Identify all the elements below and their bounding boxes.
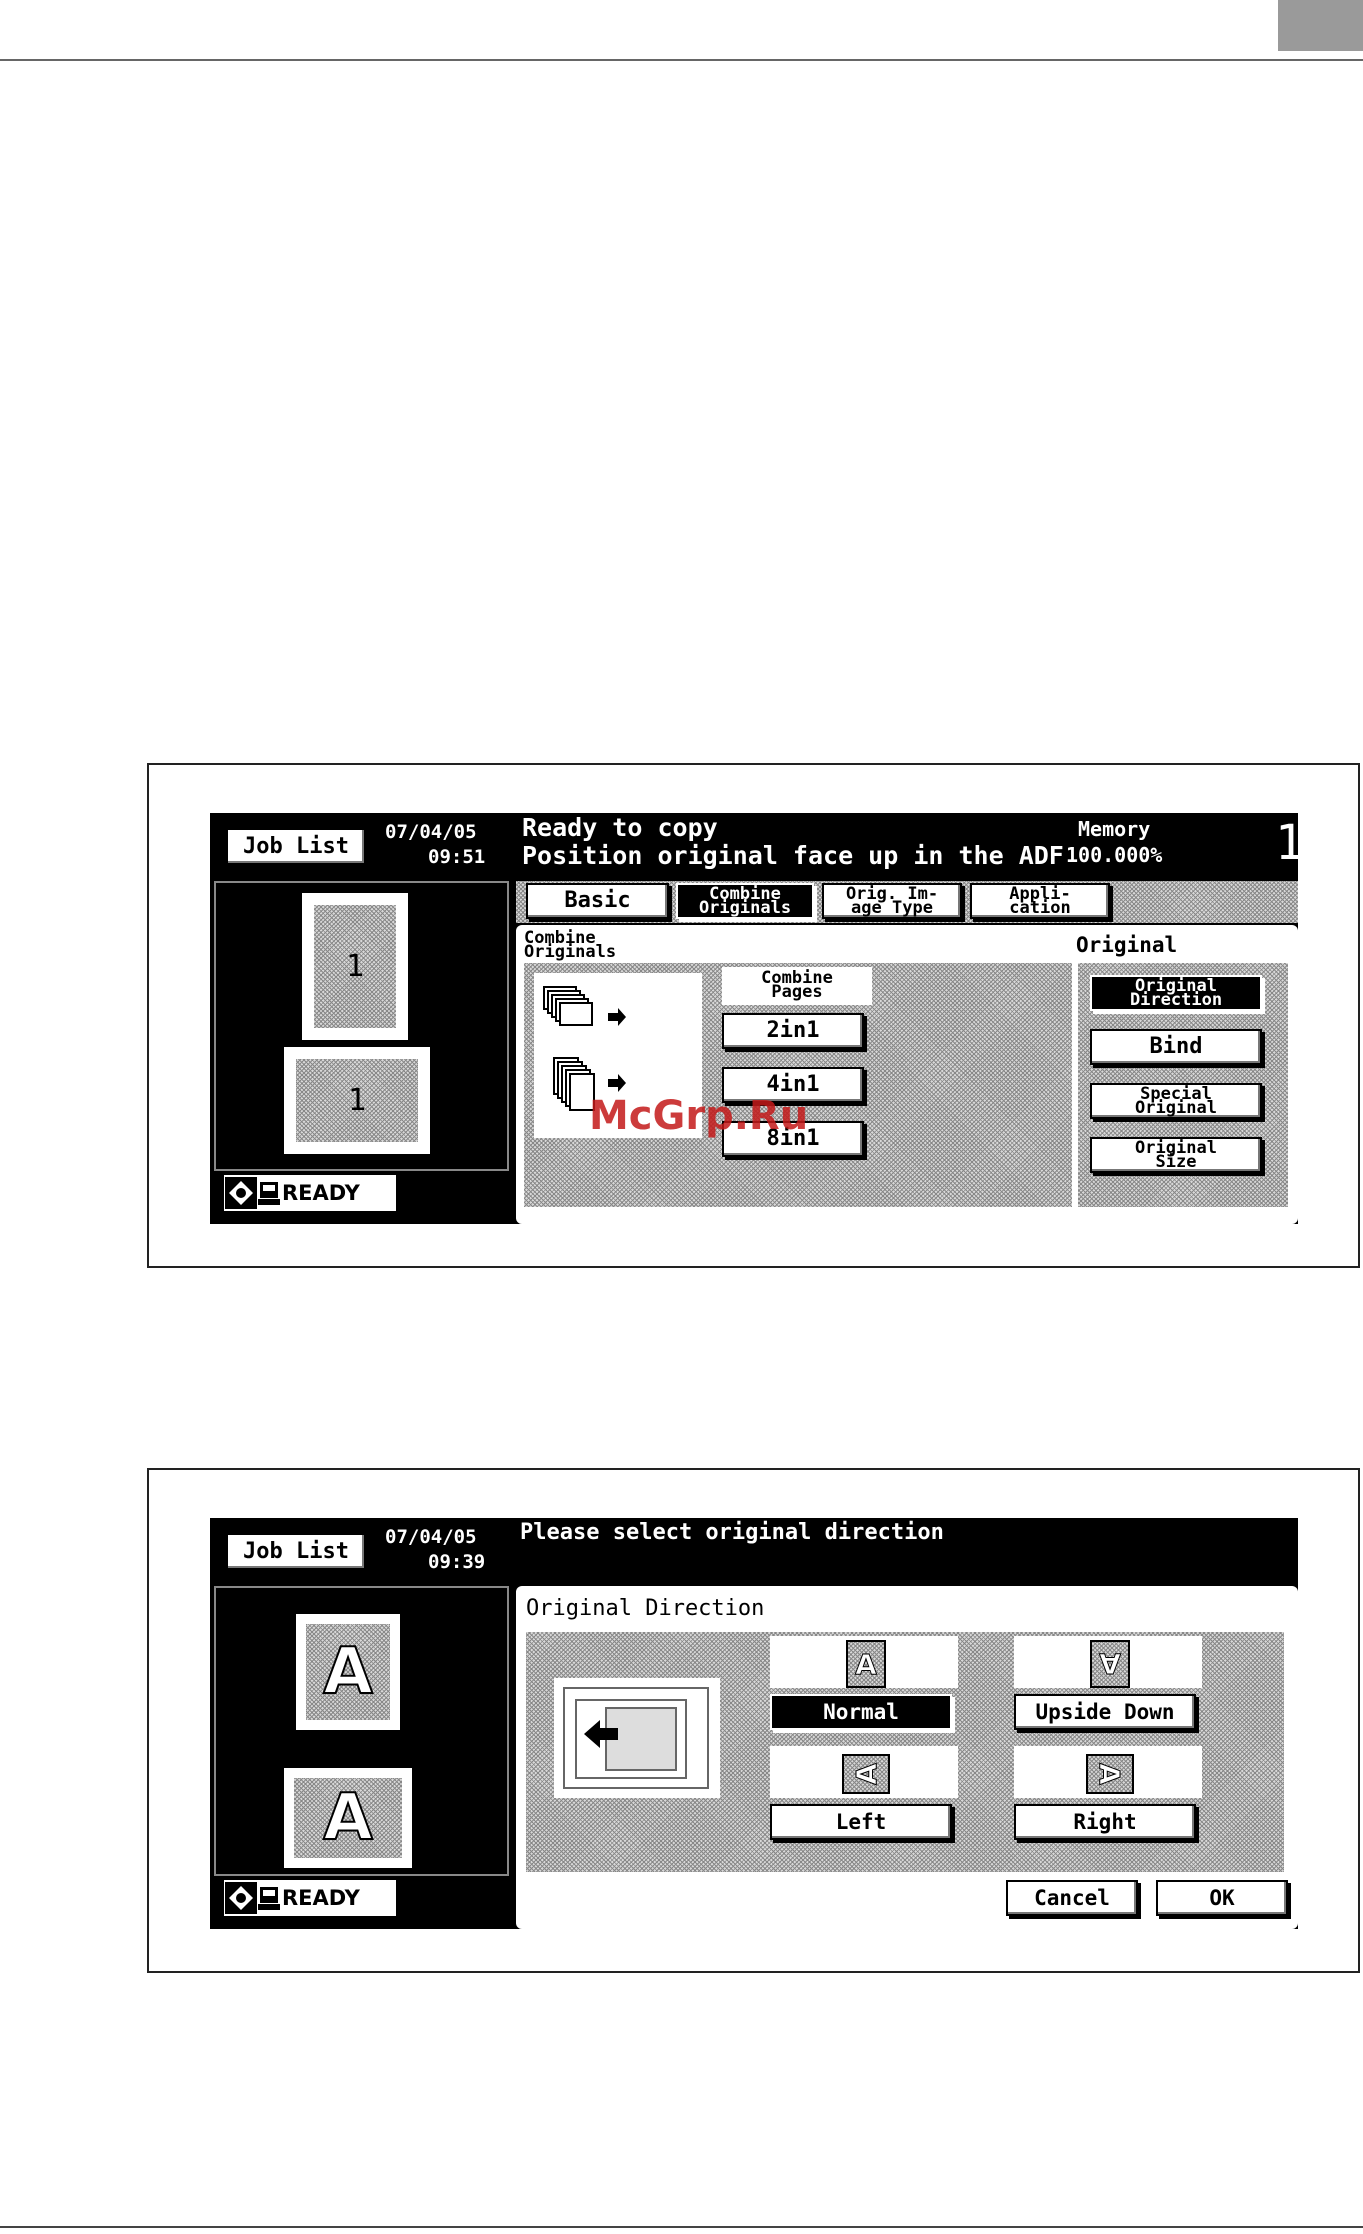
- screen2-panel: Job List 07/04/05 09:39 Please select or…: [210, 1518, 1298, 1929]
- direction-right-button[interactable]: Right: [1014, 1804, 1196, 1840]
- machine-icon: [258, 1887, 280, 1910]
- arrow-left-icon: [563, 1687, 709, 1789]
- right-icon-box: A: [1014, 1746, 1202, 1798]
- special-original-button[interactable]: Special Original: [1090, 1083, 1262, 1119]
- tab-orig-image-type[interactable]: Orig. Im- age Type: [822, 883, 962, 919]
- chapter-tab: [1278, 0, 1363, 51]
- watermark-text: McGrp.Ru: [589, 1093, 809, 1139]
- memory-label: Memory: [1078, 817, 1151, 841]
- machine-icon: [258, 1182, 280, 1205]
- normal-icon-box: A: [770, 1636, 958, 1688]
- preview-glyph: A: [306, 1624, 390, 1720]
- preview-page-portrait: A: [296, 1614, 400, 1730]
- copier-status-icon: [225, 1177, 257, 1209]
- content-area: Original Direction A Normal A Upside Dow…: [516, 1586, 1298, 1929]
- status-text: READY: [282, 1181, 360, 1205]
- adf-illustration: [554, 1678, 720, 1798]
- bind-button[interactable]: Bind: [1090, 1029, 1262, 1065]
- direction-normal-button[interactable]: Normal: [770, 1694, 952, 1730]
- status-message-line2: Position original face up in the ADF: [522, 841, 1064, 870]
- status-message: Please select original direction: [520, 1520, 944, 1545]
- ok-button[interactable]: OK: [1156, 1880, 1288, 1916]
- direction-upside-down-icon: A: [1090, 1640, 1130, 1688]
- preview-page-number: 1: [296, 1059, 418, 1142]
- preview-page-portrait: 1: [302, 893, 408, 1040]
- original-panel: Original Direction Bind Special Original…: [1078, 963, 1288, 1207]
- job-list-button[interactable]: Job List: [226, 1533, 366, 1570]
- memory-value: 100.000%: [1066, 843, 1163, 867]
- direction-left-icon: A: [842, 1754, 890, 1794]
- content-area: Combine Originals Original Combine Pages…: [516, 925, 1298, 1224]
- preview-page-landscape: A: [284, 1768, 412, 1868]
- combine-pages-label: Combine Pages: [722, 967, 872, 1005]
- preview-page-landscape: 1: [284, 1047, 430, 1154]
- preview-area: 1 1: [214, 881, 509, 1171]
- direction-upside-down-button[interactable]: Upside Down: [1014, 1694, 1196, 1730]
- status-message-line1: Ready to copy: [522, 813, 718, 842]
- copier-status-icon: [225, 1882, 257, 1914]
- status-bar: READY: [224, 1880, 396, 1916]
- status-bar: READY: [224, 1175, 396, 1211]
- date-label: 07/04/05: [385, 1526, 477, 1548]
- time-label: 09:51: [428, 846, 486, 868]
- screen1-panel: Job List 07/04/05 09:51 Ready to copy Po…: [210, 813, 1304, 1224]
- tab-basic[interactable]: Basic: [526, 883, 669, 919]
- original-size-button[interactable]: Original Size: [1090, 1137, 1262, 1173]
- header-rule: [0, 59, 1363, 61]
- preview-glyph: A: [294, 1778, 402, 1858]
- upside-down-icon-box: A: [1014, 1636, 1202, 1688]
- direction-panel: A Normal A Upside Down A Left A Right: [526, 1632, 1284, 1872]
- section-title: Original Direction: [526, 1596, 765, 1621]
- combine-panel: Combine Pages 2in1 4in1 8in1: [524, 963, 1072, 1207]
- original-label: Original: [1076, 933, 1178, 957]
- direction-right-icon: A: [1086, 1754, 1134, 1794]
- job-list-button[interactable]: Job List: [226, 828, 366, 865]
- section-title: Combine Originals: [524, 928, 617, 962]
- direction-normal-icon: A: [846, 1640, 886, 1688]
- left-icon-box: A: [770, 1746, 958, 1798]
- screen2-frame: Job List 07/04/05 09:39 Please select or…: [147, 1468, 1360, 1973]
- preview-area: A A: [214, 1586, 509, 1876]
- cancel-button[interactable]: Cancel: [1006, 1880, 1138, 1916]
- footer-rule: [0, 2226, 1363, 2228]
- tab-application[interactable]: Appli- cation: [970, 883, 1110, 919]
- status-text: READY: [282, 1886, 360, 1910]
- date-label: 07/04/05: [385, 821, 477, 843]
- direction-left-button[interactable]: Left: [770, 1804, 952, 1840]
- original-direction-button[interactable]: Original Direction: [1090, 975, 1262, 1011]
- screen1-frame: Job List 07/04/05 09:51 Ready to copy Po…: [147, 763, 1360, 1268]
- preview-page-number: 1: [314, 905, 396, 1028]
- time-label: 09:39: [428, 1551, 486, 1573]
- copy-count: 1: [1275, 815, 1304, 871]
- tab-combine-originals[interactable]: Combine Originals: [676, 883, 814, 919]
- combine-2in1-button[interactable]: 2in1: [722, 1013, 864, 1049]
